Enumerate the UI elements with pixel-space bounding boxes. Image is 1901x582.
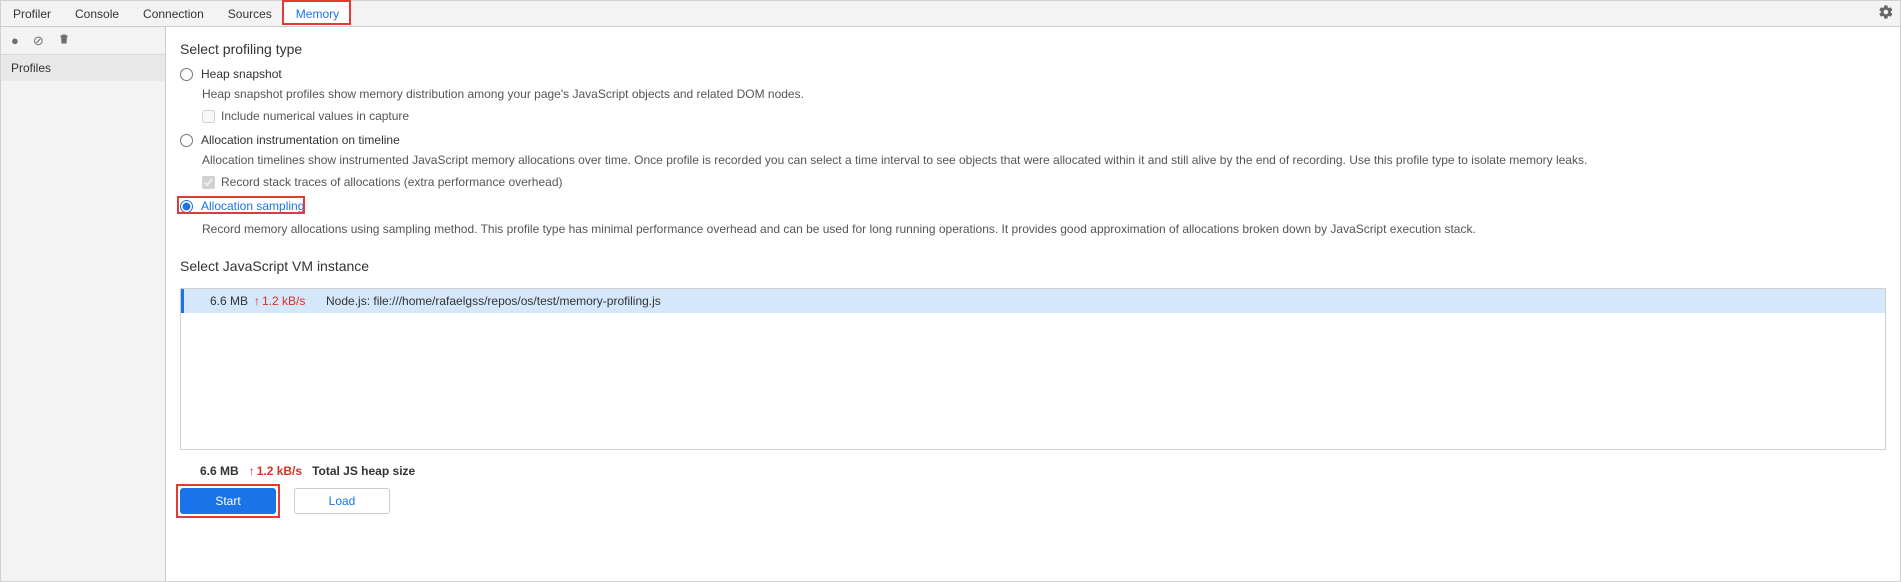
sidebar-item-profiles[interactable]: Profiles xyxy=(1,55,165,81)
vm-name: Node.js: file:///home/rafaelgss/repos/os… xyxy=(316,294,661,308)
start-button[interactable]: Start xyxy=(180,488,276,514)
desc-allocation-sampling: Record memory allocations using sampling… xyxy=(202,220,1900,238)
delete-icon[interactable] xyxy=(58,32,70,49)
footer: 6.6 MB 1.2 kB/s Total JS heap size Start… xyxy=(180,464,1886,514)
option-allocation-timeline: Allocation instrumentation on timeline A… xyxy=(180,133,1900,189)
footer-stats: 6.6 MB 1.2 kB/s Total JS heap size xyxy=(180,464,1886,478)
checkbox-record-stack-traces[interactable] xyxy=(202,176,215,189)
tab-console[interactable]: Console xyxy=(63,1,131,26)
vm-instance-row[interactable]: 6.6 MB 1.2 kB/s Node.js: file:///home/ra… xyxy=(181,289,1885,313)
vm-rate: 1.2 kB/s xyxy=(254,294,316,308)
devtools-panel: Profiler Console Connection Sources Memo… xyxy=(0,0,1901,582)
desc-allocation-timeline: Allocation timelines show instrumented J… xyxy=(202,151,1900,169)
desc-heap-snapshot: Heap snapshot profiles show memory distr… xyxy=(202,85,1900,103)
tab-bar: Profiler Console Connection Sources Memo… xyxy=(1,1,1900,27)
vm-instance-list[interactable]: 6.6 MB 1.2 kB/s Node.js: file:///home/ra… xyxy=(180,288,1886,450)
sidebar: ● ⊘ Profiles xyxy=(1,27,166,581)
sidebar-toolbar: ● ⊘ xyxy=(1,27,165,55)
option-allocation-sampling: Allocation sampling Record memory alloca… xyxy=(180,199,1900,238)
radio-allocation-sampling[interactable] xyxy=(180,200,193,213)
vm-size: 6.6 MB xyxy=(184,294,254,308)
label-allocation-sampling[interactable]: Allocation sampling xyxy=(201,199,304,213)
checkbox-include-numerical[interactable] xyxy=(202,110,215,123)
record-icon[interactable]: ● xyxy=(11,33,19,48)
tab-sources[interactable]: Sources xyxy=(216,1,284,26)
label-include-numerical: Include numerical values in capture xyxy=(221,109,409,123)
clear-icon[interactable]: ⊘ xyxy=(33,33,44,49)
radio-allocation-timeline[interactable] xyxy=(180,134,193,147)
tab-memory[interactable]: Memory xyxy=(284,1,351,26)
total-heap-rate: 1.2 kB/s xyxy=(249,464,302,478)
select-profiling-type-title: Select profiling type xyxy=(180,41,1900,57)
tab-profiler[interactable]: Profiler xyxy=(1,1,63,26)
label-allocation-timeline[interactable]: Allocation instrumentation on timeline xyxy=(201,133,400,147)
label-record-stack-traces: Record stack traces of allocations (extr… xyxy=(221,175,563,189)
total-heap-label: Total JS heap size xyxy=(312,464,415,478)
label-heap-snapshot[interactable]: Heap snapshot xyxy=(201,67,282,81)
total-heap-size: 6.6 MB xyxy=(200,464,239,478)
option-heap-snapshot: Heap snapshot Heap snapshot profiles sho… xyxy=(180,67,1900,123)
load-button[interactable]: Load xyxy=(294,488,390,514)
main-area: Select profiling type Heap snapshot Heap… xyxy=(166,27,1900,581)
tab-connection[interactable]: Connection xyxy=(131,1,216,26)
gear-icon[interactable] xyxy=(1878,4,1894,25)
select-vm-instance-title: Select JavaScript VM instance xyxy=(180,258,1900,274)
radio-heap-snapshot[interactable] xyxy=(180,68,193,81)
body-row: ● ⊘ Profiles Select profiling type Heap … xyxy=(1,27,1900,581)
